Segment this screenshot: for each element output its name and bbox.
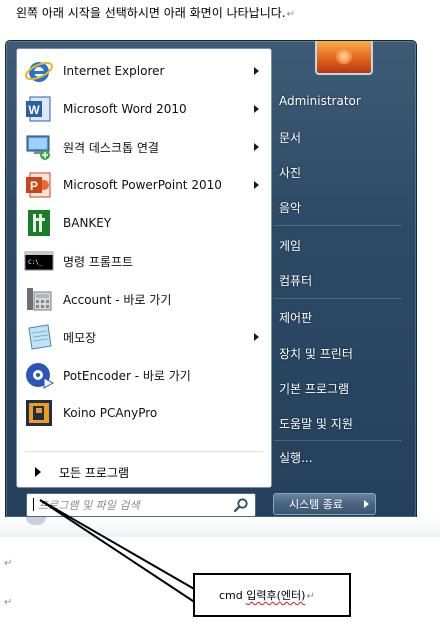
program-bankey[interactable]: BANKEY — [17, 204, 271, 242]
program-label: Internet Explorer — [63, 64, 165, 78]
account-shortcut-icon — [23, 283, 55, 315]
svg-text:C:\_: C:\_ — [28, 259, 43, 266]
program-label: Microsoft Word 2010 — [63, 102, 187, 116]
program-powerpoint[interactable]: P Microsoft PowerPoint 2010 — [17, 166, 271, 204]
svg-text:P: P — [30, 179, 38, 193]
right-pane-divider — [274, 298, 402, 299]
triangle-right-icon — [35, 467, 41, 477]
all-programs-divider — [25, 451, 263, 452]
program-label: 명령 프롬프트 — [63, 254, 134, 269]
program-word[interactable]: W Microsoft Word 2010 — [17, 90, 271, 128]
submenu-arrow-icon — [254, 181, 259, 189]
right-item-control-panel[interactable]: 제어판 — [279, 309, 312, 326]
program-notepad[interactable]: 메모장 — [17, 318, 271, 356]
program-label: 원격 데스크톱 연결 — [63, 140, 159, 155]
right-item-games[interactable]: 게임 — [279, 237, 301, 254]
right-item-documents[interactable]: 문서 — [279, 129, 301, 146]
program-potencoder[interactable]: PotEncoder - 바로 가기 — [17, 356, 271, 394]
program-label: PotEncoder - 바로 가기 — [63, 368, 191, 383]
shutdown-options-button[interactable] — [357, 493, 376, 515]
right-item-run[interactable]: 실행... — [279, 449, 313, 466]
program-command-prompt[interactable]: C:\_ 명령 프롬프트 — [17, 242, 271, 280]
right-item-computer[interactable]: 컴퓨터 — [279, 272, 312, 289]
instruction-label: 왼쪽 아래 시작을 선택하시면 아래 화면이 나타납니다. — [16, 6, 286, 20]
paragraph-mark: ↵ — [4, 558, 13, 569]
paragraph-mark: ↵ — [286, 9, 295, 20]
submenu-arrow-icon — [254, 105, 259, 113]
program-label: 메모장 — [63, 330, 97, 345]
search-placeholder: 프로그램 및 파일 검색 — [38, 499, 140, 512]
right-item-help-support[interactable]: 도움말 및 지원 — [279, 415, 353, 432]
callout-text: cmd 입력후(엔터)↵ — [219, 587, 315, 603]
instruction-text: 왼쪽 아래 시작을 선택하시면 아래 화면이 나타납니다.↵ — [16, 4, 295, 21]
search-input[interactable]: 프로그램 및 파일 검색 — [26, 493, 256, 517]
right-pane-divider — [274, 440, 402, 441]
program-label: Microsoft PowerPoint 2010 — [63, 178, 222, 192]
shutdown-button[interactable]: 시스템 종료 — [273, 493, 359, 515]
program-label: BANKEY — [63, 216, 112, 230]
flower-icon — [335, 47, 353, 65]
shutdown-label: 시스템 종료 — [288, 498, 344, 511]
callout-instruction: 입력후(엔터) — [246, 589, 306, 602]
start-menu: Internet Explorer W Microsoft Word 2010 … — [5, 40, 417, 518]
program-internet-explorer[interactable]: Internet Explorer — [17, 52, 271, 90]
powerpoint-icon: P — [23, 169, 55, 201]
pcanypro-icon — [23, 397, 55, 429]
all-programs-label: 모든 프로그램 — [59, 465, 130, 480]
svg-text:W: W — [28, 103, 40, 117]
programs-pane: Internet Explorer W Microsoft Word 2010 … — [16, 48, 272, 488]
internet-explorer-icon — [23, 55, 55, 87]
submenu-arrow-icon — [254, 67, 259, 75]
taskbar-edge — [0, 517, 440, 537]
user-picture[interactable] — [315, 41, 373, 75]
potencoder-icon — [23, 359, 55, 391]
bankey-icon — [23, 207, 55, 239]
remote-desktop-icon — [23, 131, 55, 163]
right-item-pictures[interactable]: 사진 — [279, 164, 301, 181]
right-pane-divider — [274, 225, 402, 226]
right-item-default-programs[interactable]: 기본 프로그램 — [279, 380, 349, 397]
text-caret — [33, 498, 34, 511]
paragraph-mark: ↵ — [4, 597, 13, 608]
right-item-music[interactable]: 음악 — [279, 199, 301, 216]
program-account-shortcut[interactable]: Account - 바로 가기 — [17, 280, 271, 318]
callout-box: cmd 입력후(엔터)↵ — [193, 573, 351, 617]
command-prompt-icon: C:\_ — [23, 245, 55, 277]
submenu-arrow-icon — [254, 333, 259, 341]
right-item-devices-printers[interactable]: 장치 및 프린터 — [279, 345, 353, 362]
program-remote-desktop[interactable]: 원격 데스크톱 연결 — [17, 128, 271, 166]
paragraph-mark: ↵ — [306, 591, 315, 602]
chevron-right-icon — [363, 500, 369, 508]
right-item-administrator[interactable]: Administrator — [279, 94, 361, 108]
word-icon: W — [23, 93, 55, 125]
submenu-arrow-icon — [254, 143, 259, 151]
all-programs-button[interactable]: 모든 프로그램 — [27, 457, 129, 487]
notepad-icon — [23, 321, 55, 353]
program-label: Koino PCAnyPro — [63, 406, 158, 420]
search-icon[interactable] — [233, 497, 249, 513]
program-pcanypro[interactable]: Koino PCAnyPro — [17, 394, 271, 432]
program-label: Account - 바로 가기 — [63, 292, 172, 307]
callout-cmd: cmd — [219, 589, 243, 602]
